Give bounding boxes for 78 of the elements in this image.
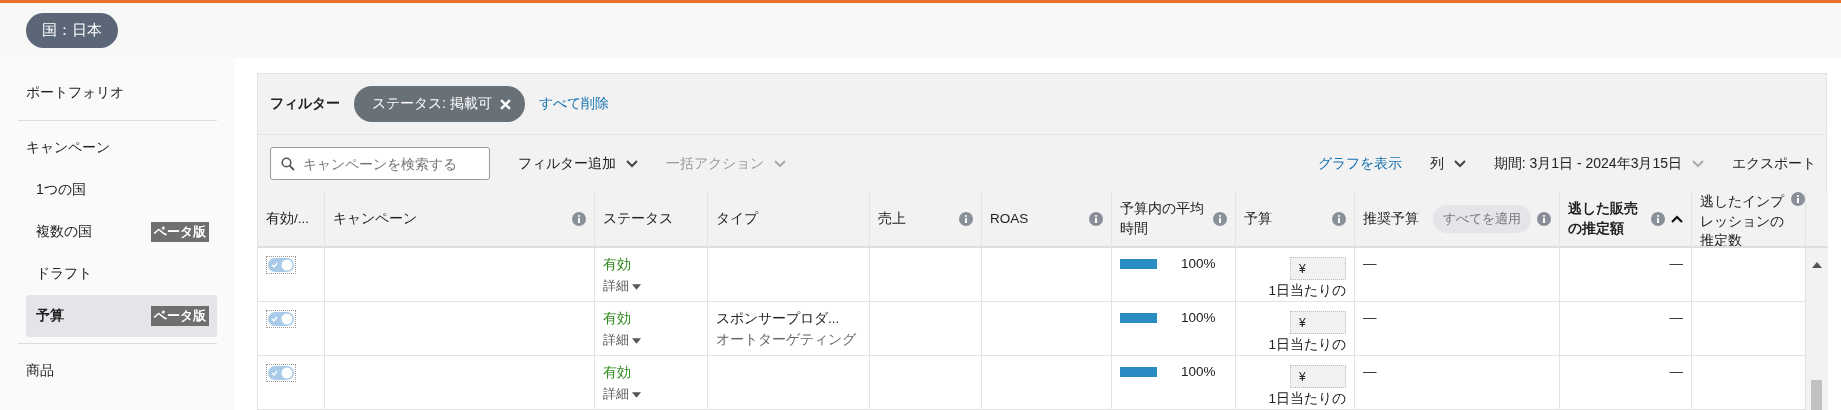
- budget-field[interactable]: ¥: [1290, 311, 1346, 334]
- clear-all-link[interactable]: すべて削除: [538, 95, 609, 113]
- suggested-budget: —: [1363, 364, 1377, 379]
- export-button[interactable]: エクスポート: [1732, 154, 1816, 173]
- scroll-up-icon[interactable]: [1812, 262, 1822, 268]
- caret-icon: [632, 337, 641, 344]
- suggested-budget: —: [1363, 256, 1377, 271]
- missed-sales: —: [1669, 256, 1683, 271]
- column-header[interactable]: 有効/...: [266, 209, 316, 229]
- column-header[interactable]: 予算: [1244, 209, 1326, 229]
- suggested-budget: —: [1363, 310, 1377, 325]
- status-text: 有効: [603, 256, 632, 274]
- info-icon: [1537, 212, 1551, 226]
- chevron-down-icon: [774, 159, 786, 168]
- details-dropdown[interactable]: 詳細: [603, 386, 699, 403]
- column-header[interactable]: ステータス: [603, 209, 699, 229]
- show-chart-link[interactable]: グラフを表示: [1317, 154, 1402, 173]
- sidebar-item[interactable]: 複数の国 ベータ版: [26, 211, 217, 253]
- search-field[interactable]: キャンペーンを検索する: [270, 147, 490, 180]
- sidebar-item[interactable]: 予算 ベータ版: [26, 295, 217, 337]
- budget-field[interactable]: ¥: [1290, 257, 1346, 280]
- sidebar-item[interactable]: ポートフォリオ: [18, 72, 217, 114]
- percent-text: 100%: [1181, 364, 1216, 379]
- toggle-switch[interactable]: [266, 364, 296, 382]
- chevron-down-icon: [626, 159, 638, 168]
- status-text: 有効: [603, 310, 632, 328]
- sidebar-item[interactable]: 商品: [18, 350, 217, 392]
- beta-badge: ベータ版: [151, 222, 209, 242]
- chevron-down-icon: [1453, 159, 1466, 168]
- caret-icon: [632, 391, 641, 398]
- budget-period: 1日当たりの: [1268, 390, 1346, 408]
- beta-badge: ベータ版: [151, 306, 209, 326]
- column-header[interactable]: キャンペーン: [333, 209, 566, 229]
- targeting-text: オートターゲティング: [716, 331, 857, 349]
- budget-field[interactable]: ¥: [1290, 365, 1346, 388]
- info-icon: [959, 212, 973, 226]
- scrollbar[interactable]: [1806, 248, 1828, 410]
- details-dropdown[interactable]: 詳細: [603, 332, 699, 349]
- details-dropdown[interactable]: 詳細: [603, 278, 699, 295]
- toggle-switch[interactable]: [266, 256, 296, 274]
- sidebar-item[interactable]: 1つの国: [26, 169, 217, 211]
- missed-sales: —: [1669, 364, 1683, 379]
- chevron-down-icon: [1692, 159, 1704, 168]
- info-icon: [1332, 212, 1346, 226]
- filter-label: フィルター: [270, 95, 340, 113]
- toggle-switch[interactable]: [266, 310, 296, 328]
- type-text: スポンサープロダ...: [716, 310, 841, 328]
- missed-sales: —: [1669, 310, 1683, 325]
- column-header[interactable]: 予算内の平均時間: [1120, 199, 1207, 239]
- column-header[interactable]: 推奨予算: [1363, 209, 1427, 229]
- status-text: 有効: [603, 364, 632, 382]
- percent-text: 100%: [1181, 256, 1216, 271]
- column-header[interactable]: 売上: [878, 209, 953, 229]
- column-header[interactable]: タイプ: [716, 209, 861, 229]
- budget-period: 1日当たりの: [1268, 282, 1346, 300]
- search-icon: [281, 157, 295, 171]
- country-chip[interactable]: 国：日本: [26, 13, 118, 48]
- info-icon: [1651, 212, 1665, 226]
- caret-icon: [632, 283, 641, 290]
- columns-dropdown[interactable]: 列: [1429, 154, 1466, 173]
- budget-period: 1日当たりの: [1268, 336, 1346, 354]
- info-icon: [572, 212, 586, 226]
- date-range-dropdown[interactable]: 期間: 3月1日 - 2024年3月15日: [1493, 154, 1704, 173]
- sidebar-item[interactable]: キャンペーン: [18, 127, 217, 169]
- add-filter-dropdown[interactable]: フィルター追加: [518, 154, 638, 173]
- column-header[interactable]: 逃した販売の推定額: [1568, 199, 1645, 239]
- filter-chip[interactable]: ステータス: 掲載可: [354, 86, 525, 122]
- percent-text: 100%: [1181, 310, 1216, 325]
- info-icon: [1213, 212, 1227, 226]
- info-icon: [1089, 212, 1103, 226]
- scrollbar-thumb[interactable]: [1811, 380, 1822, 410]
- apply-all-button[interactable]: すべてを適用: [1433, 204, 1531, 234]
- sidebar-item[interactable]: ドラフト: [26, 253, 217, 295]
- sort-up-icon[interactable]: [1671, 215, 1683, 223]
- close-icon[interactable]: [499, 98, 511, 110]
- column-header[interactable]: ROAS: [990, 209, 1083, 229]
- info-icon: [1791, 192, 1805, 206]
- filter-chip-label: ステータス: 掲載可: [372, 95, 492, 113]
